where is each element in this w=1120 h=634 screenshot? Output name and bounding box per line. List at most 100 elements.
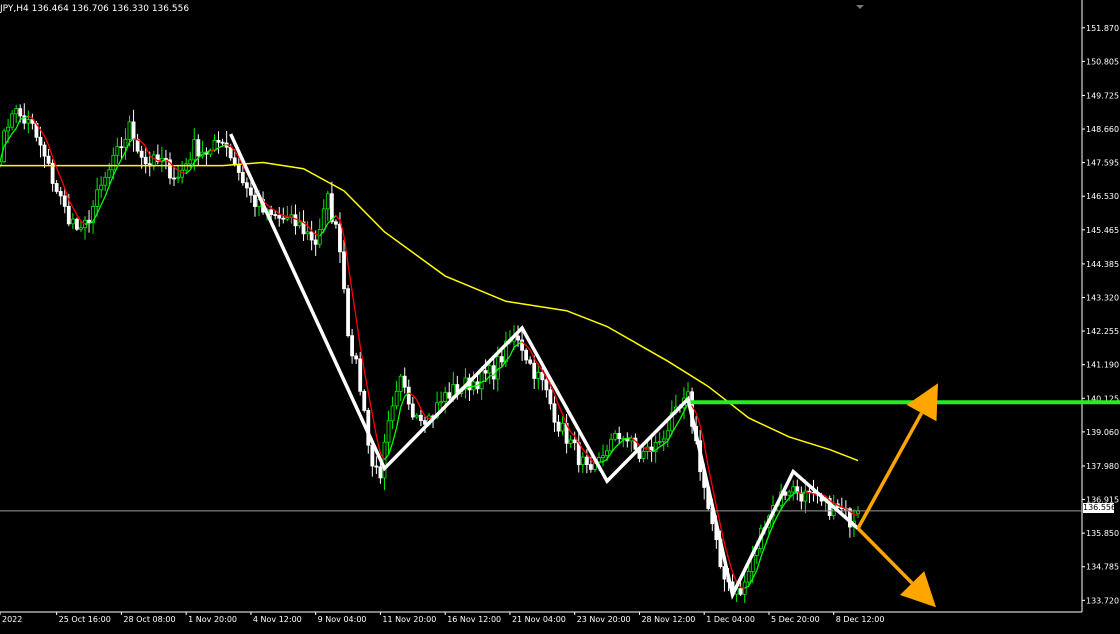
- candle-body: [39, 137, 42, 145]
- moving-average-fast-segment: [162, 160, 166, 161]
- candle: [310, 221, 313, 250]
- candle-body: [492, 366, 495, 379]
- price-chart[interactable]: 151.870150.805149.725148.660147.595146.5…: [0, 0, 1120, 630]
- candle-body: [104, 177, 107, 185]
- candle-body: [488, 366, 491, 373]
- candle: [47, 149, 50, 166]
- candle-body: [537, 372, 540, 378]
- candle-body: [221, 142, 224, 143]
- moving-average-fast-segment: [389, 443, 393, 455]
- moving-average-fast-segment: [372, 414, 376, 436]
- moving-average-fast-segment: [660, 444, 664, 446]
- candle-body: [448, 393, 451, 398]
- moving-average-fast-segment: [469, 386, 473, 387]
- candle: [448, 382, 451, 400]
- projection-arrow-up: [858, 383, 938, 528]
- candle-body: [96, 190, 99, 207]
- candle: [403, 367, 406, 393]
- candle: [557, 415, 560, 437]
- candle-body: [173, 178, 176, 179]
- candle-body: [577, 443, 580, 465]
- candle: [658, 432, 661, 445]
- candle-body: [322, 209, 325, 230]
- candle: [419, 410, 422, 426]
- candle-body: [589, 465, 592, 470]
- zigzag-pattern-line: [231, 134, 858, 595]
- candle-body: [136, 139, 139, 151]
- candle-body: [549, 390, 552, 404]
- candle-body: [788, 492, 791, 495]
- candle: [857, 506, 860, 518]
- candle: [278, 207, 281, 227]
- candle-body: [484, 371, 487, 373]
- moving-average-fast-segment: [785, 498, 789, 503]
- candle-body: [581, 457, 584, 465]
- candle: [11, 110, 14, 130]
- price-tick-label: 144.385: [1086, 260, 1119, 269]
- candle-body: [0, 162, 2, 165]
- candle-body: [662, 439, 665, 441]
- moving-average-fast-segment: [348, 264, 352, 291]
- candle: [23, 103, 26, 129]
- candle: [132, 110, 135, 152]
- candle-body: [792, 487, 795, 492]
- candle: [100, 176, 103, 197]
- candle: [83, 216, 86, 239]
- candle-body: [407, 387, 410, 404]
- candle-body: [116, 147, 119, 156]
- moving-average-fast-segment: [336, 216, 340, 220]
- moving-average-fast-segment: [603, 459, 607, 462]
- moving-average-fast-segment: [741, 588, 745, 589]
- moving-average-fast-segment: [615, 444, 619, 448]
- candle-body: [185, 164, 188, 170]
- candle: [92, 200, 95, 234]
- candle-body: [419, 415, 422, 420]
- candle-body: [338, 224, 341, 252]
- moving-average-fast-segment: [308, 226, 312, 231]
- candle: [51, 159, 54, 191]
- candle-body: [330, 194, 333, 222]
- price-tick-label: 148.660: [1086, 125, 1119, 134]
- candle-body: [217, 140, 220, 142]
- candle: [173, 167, 176, 186]
- candle: [796, 480, 799, 501]
- candle: [286, 206, 289, 221]
- price-tick-label: 151.870: [1086, 24, 1119, 33]
- candle-body: [19, 109, 22, 116]
- candle-body: [237, 165, 240, 173]
- candle-body: [11, 114, 14, 127]
- candle: [201, 141, 204, 159]
- candle: [71, 213, 74, 229]
- candle-body: [618, 433, 621, 438]
- candle-body: [310, 232, 313, 240]
- chart-canvas[interactable]: 151.870150.805149.725148.660147.595146.5…: [0, 0, 1120, 630]
- moving-average-fast-segment: [757, 557, 761, 570]
- candle-body: [747, 571, 750, 582]
- candle-body: [334, 222, 337, 224]
- candle-body: [112, 155, 115, 169]
- candle: [553, 396, 556, 432]
- candle: [306, 221, 309, 240]
- candle-body: [391, 406, 394, 421]
- candle-body: [197, 140, 200, 156]
- moving-average-fast-segment: [619, 440, 623, 443]
- candle: [577, 431, 580, 473]
- candle: [152, 151, 155, 170]
- time-tick-label: 11 Nov 20:00: [382, 615, 436, 624]
- candles: [0, 103, 860, 603]
- candle-body: [808, 491, 811, 492]
- candle: [88, 210, 91, 233]
- candle-body: [270, 210, 273, 215]
- moving-average-fast-segment: [510, 347, 514, 356]
- candle-body: [75, 219, 78, 229]
- candle-body: [140, 151, 143, 157]
- candle-body: [286, 218, 289, 220]
- moving-average-fast-segment: [413, 395, 417, 400]
- moving-average-fast-segment: [733, 572, 737, 582]
- candle: [355, 353, 358, 364]
- moving-average-fast-segment: [474, 385, 478, 386]
- candle-body: [43, 145, 46, 156]
- time-tick-label: 16 Nov 12:00: [447, 615, 501, 624]
- candle-body: [444, 393, 447, 402]
- moving-average-fast-segment: [283, 215, 287, 217]
